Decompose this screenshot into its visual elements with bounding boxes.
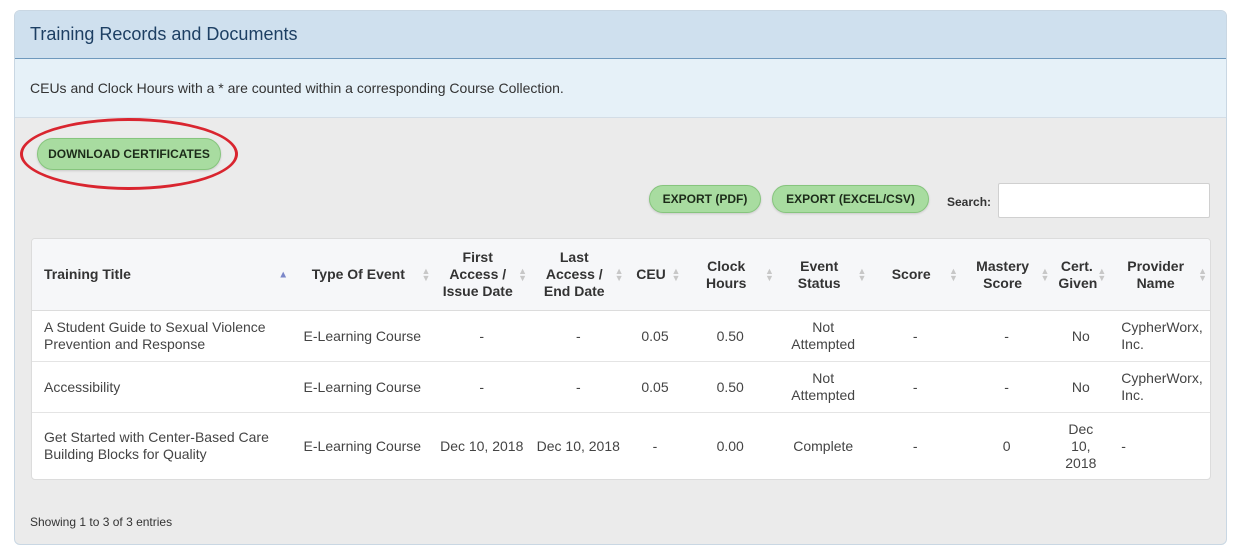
table-cell: Dec 10, 2018 (1065, 420, 1097, 471)
sort-both-icon: ▲ ▼ (765, 265, 774, 283)
sort-both-icon: ▲ ▼ (1040, 265, 1050, 283)
table-cell: - (652, 437, 658, 454)
sort-both-icon: ▲ ▼ (614, 265, 624, 283)
table-cell: 0.05 (626, 310, 684, 362)
sort-both-icon: ▲ ▼ (518, 265, 527, 283)
column-header-label: Mastery Score (976, 257, 1030, 291)
table-cell: - (960, 310, 1053, 362)
training-records-table: Training Title ▲ Type Of Event ▲ ▼ First Acce… (31, 238, 1211, 480)
table-cell: Dec 10, 2018 (536, 437, 620, 454)
sort-both-icon: ▲ ▼ (948, 265, 958, 283)
column-header[interactable]: Score ▲ ▼ (869, 239, 961, 311)
table-cell: No (1052, 361, 1110, 413)
table-row[interactable]: Get Started with Center-Based Care Build… (32, 413, 1210, 480)
table-cell: - (433, 310, 530, 362)
table-header-row: Training Title ▲ Type Of Event ▲ ▼ First Acce… (32, 239, 1210, 311)
training-records-panel: Training Records and Documents CEUs and … (14, 10, 1227, 545)
table-cell: A Student Guide to Sexual Violence Preve… (32, 310, 292, 362)
table-row[interactable]: Accessibility E-Learning Course - -0.05 0.50… (32, 361, 1210, 413)
table-cell: 0.05 (626, 361, 684, 413)
column-header[interactable]: CEU ▲ ▼ (626, 239, 684, 311)
column-header[interactable]: Last Access / End Date ▲ ▼ (530, 239, 627, 311)
column-header-label: Training Title (44, 266, 131, 282)
column-header-label: Last Access / End Date (543, 249, 605, 299)
table-cell: No (1052, 310, 1110, 362)
table-cell: Not Attempted (776, 361, 870, 413)
table-cell: 0 (1002, 437, 1011, 454)
sort-both-icon: ▲ ▼ (1198, 265, 1207, 283)
column-header[interactable]: Mastery Score ▲ ▼ (960, 239, 1053, 311)
download-certificates-button[interactable]: DOWNLOAD CERTIFICATES (37, 138, 221, 170)
column-header[interactable]: Type Of Event ▲ ▼ (291, 239, 434, 311)
column-header-label: Type Of Event (311, 266, 405, 282)
column-header[interactable]: First Access / Issue Date ▲ ▼ (433, 239, 530, 311)
column-header-label: Score (891, 266, 931, 282)
column-header-label: Event Status (797, 257, 841, 291)
search-input[interactable] (998, 183, 1210, 218)
search-label: Search: (947, 195, 992, 209)
column-header[interactable]: Cert. Given ▲ ▼ (1052, 239, 1110, 311)
ceu-notice: CEUs and Clock Hours with a * are counte… (15, 59, 1226, 118)
table-cell: E-Learning Course (291, 361, 434, 413)
export-pdf-button[interactable]: EXPORT (PDF) (649, 185, 761, 213)
sort-both-icon: ▲ ▼ (857, 265, 867, 283)
column-header-label: Provider Name (1127, 257, 1185, 291)
table-row[interactable]: A Student Guide to Sexual Violence Preve… (32, 310, 1210, 362)
table-cell: - (530, 361, 627, 413)
table-cell: E-Learning Course (291, 310, 434, 362)
column-header[interactable]: Event Status ▲ ▼ (776, 239, 870, 311)
table-cell: E-Learning Course (303, 437, 422, 454)
column-header[interactable]: Clock Hours ▲ ▼ (683, 239, 777, 311)
sort-both-icon: ▲ ▼ (671, 265, 681, 283)
column-header-label: Cert. Given (1058, 257, 1098, 291)
table-cell: 0.00 (716, 437, 744, 454)
sort-both-icon: ▲ ▼ (421, 265, 431, 283)
table-cell: CypherWorx, Inc. (1109, 361, 1210, 413)
panel-header: Training Records and Documents (15, 11, 1226, 59)
table-cell: - (912, 437, 918, 454)
table-cell: 0.50 (683, 361, 777, 413)
table-cell: Complete (793, 437, 854, 454)
export-excel-csv-button[interactable]: EXPORT (EXCEL/CSV) (772, 185, 929, 213)
table-cell: - (1121, 437, 1126, 454)
column-header-label: First Access / Issue Date (442, 249, 513, 299)
table-cell: - (433, 361, 530, 413)
table-cell: Not Attempted (776, 310, 870, 362)
column-header[interactable]: Provider Name ▲ ▼ (1109, 239, 1210, 311)
table-cell: Get Started with Center-Based Care Build… (44, 429, 269, 462)
table-cell: - (869, 361, 961, 413)
table-cell: CypherWorx, Inc. (1109, 310, 1210, 362)
table-cell: - (869, 310, 961, 362)
table-cell: - (530, 310, 627, 362)
table-cell: 0.50 (683, 310, 777, 362)
table-cell: Accessibility (32, 361, 292, 413)
table-info: Showing 1 to 3 of 3 entries (30, 515, 173, 529)
table-cell: - (960, 361, 1053, 413)
column-header-label: CEU (636, 266, 666, 282)
sort-ascending-icon: ▲ (278, 269, 289, 280)
column-header-label: Clock Hours (705, 257, 747, 291)
sort-both-icon: ▲ ▼ (1097, 265, 1107, 283)
column-header[interactable]: Training Title ▲ (32, 239, 292, 311)
table-cell: Dec 10, 2018 (440, 437, 524, 454)
page-title: Training Records and Documents (30, 24, 298, 44)
